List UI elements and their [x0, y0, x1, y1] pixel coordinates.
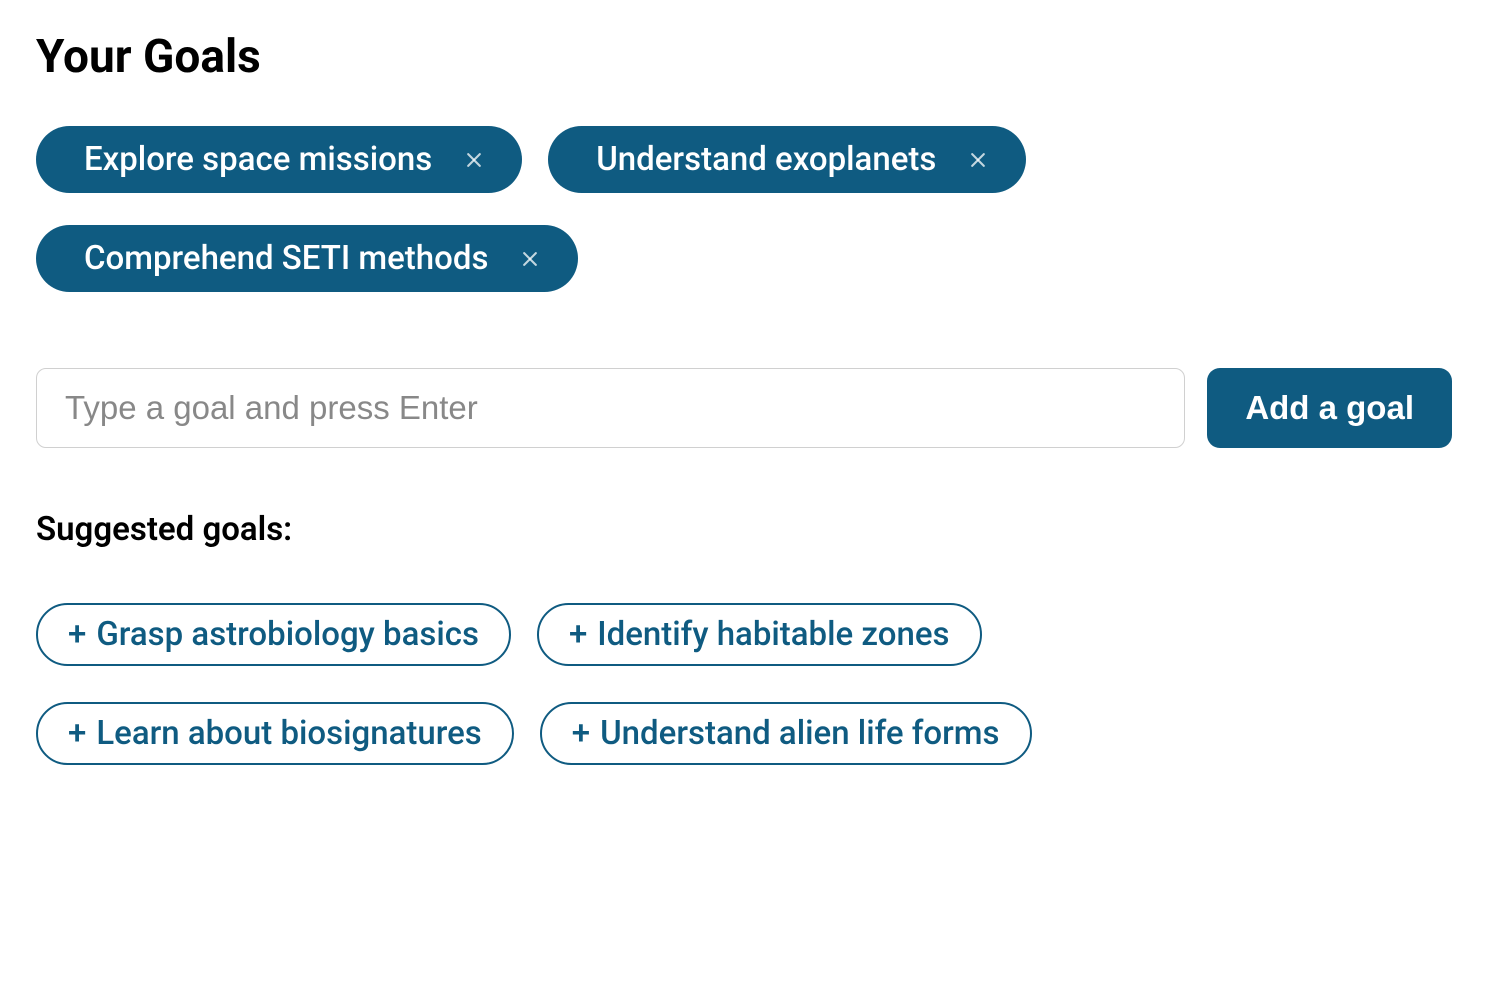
plus-icon: + [68, 618, 86, 651]
suggested-goal-label: Understand alien life forms [600, 714, 999, 753]
suggested-goals-list: + Grasp astrobiology basics + Identify h… [36, 603, 1452, 765]
goals-list: Explore space missions Understand exopla… [36, 126, 1452, 292]
plus-icon: + [572, 717, 590, 750]
suggested-goal-chip[interactable]: + Learn about biosignatures [36, 702, 514, 765]
close-icon[interactable] [514, 249, 546, 269]
suggested-goal-chip[interactable]: + Grasp astrobiology basics [36, 603, 511, 666]
suggested-goal-label: Identify habitable zones [597, 615, 949, 654]
suggested-goal-chip[interactable]: + Identify habitable zones [537, 603, 982, 666]
suggested-goal-label: Learn about biosignatures [96, 714, 481, 753]
suggested-goals-heading: Suggested goals: [36, 510, 1452, 549]
suggested-goal-label: Grasp astrobiology basics [96, 615, 479, 654]
add-goal-button[interactable]: Add a goal [1207, 368, 1452, 448]
goal-chip-label: Understand exoplanets [596, 140, 936, 179]
goal-chip-label: Explore space missions [84, 140, 432, 179]
plus-icon: + [68, 717, 86, 750]
goal-input[interactable] [36, 368, 1185, 448]
suggested-goal-chip[interactable]: + Understand alien life forms [540, 702, 1032, 765]
close-icon[interactable] [458, 150, 490, 170]
close-icon[interactable] [962, 150, 994, 170]
goal-chip: Comprehend SETI methods [36, 225, 578, 292]
goal-chip: Explore space missions [36, 126, 522, 193]
goal-chip-label: Comprehend SETI methods [84, 239, 488, 278]
plus-icon: + [569, 618, 587, 651]
goal-input-row: Add a goal [36, 368, 1452, 448]
goal-chip: Understand exoplanets [548, 126, 1026, 193]
page-title: Your Goals [36, 30, 1452, 84]
